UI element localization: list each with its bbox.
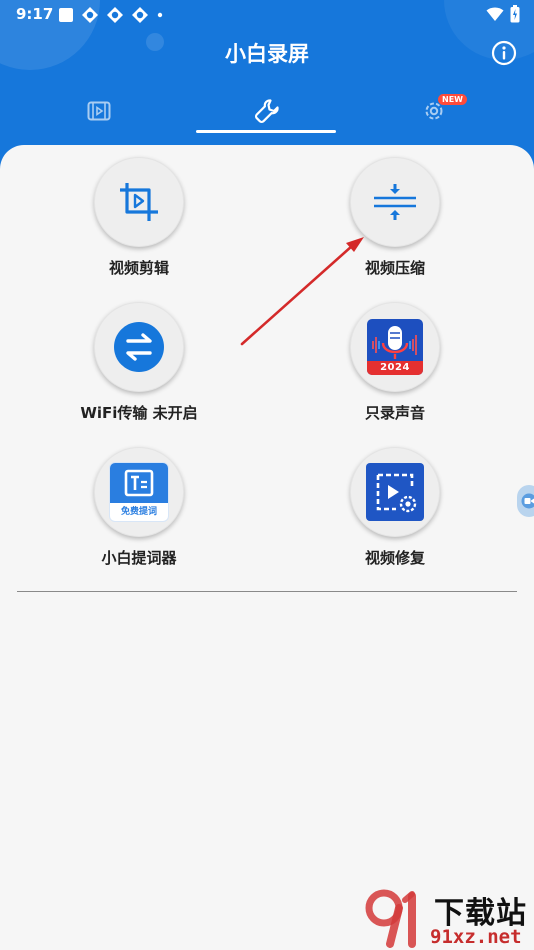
- crop-icon: [120, 183, 158, 221]
- tool-icon-circle[interactable]: [350, 157, 440, 247]
- tool-label: 视频修复: [364, 549, 425, 567]
- section-divider: [17, 591, 517, 592]
- info-icon: [491, 40, 517, 66]
- film-icon: [87, 101, 111, 121]
- tool-label: 视频压缩: [364, 259, 425, 277]
- teleprompter-icon: [124, 469, 154, 497]
- tool-icon-circle[interactable]: 免费提词: [94, 447, 184, 537]
- tool-label: 只录声音: [364, 404, 425, 422]
- video-repair-tool[interactable]: 视频修复: [295, 447, 495, 568]
- site-watermark: 下载站 91xz.net: [364, 886, 534, 950]
- new-badge: NEW: [438, 94, 467, 105]
- status-bar: 9:17: [0, 0, 534, 28]
- notification-square-icon: [59, 8, 73, 22]
- transfer-arrows-icon: [114, 322, 164, 372]
- active-tab-indicator: [196, 130, 336, 133]
- tab-settings[interactable]: [345, 88, 523, 134]
- tool-label: WiFi传输 未开启: [80, 404, 198, 422]
- tab-tools[interactable]: [178, 88, 356, 134]
- compress-icon: [374, 184, 416, 220]
- tool-label: 小白提词器: [101, 549, 177, 567]
- teleprompter-app-tile: 免费提词: [110, 463, 168, 521]
- year-ribbon: 2024: [367, 361, 423, 375]
- tool-icon-circle[interactable]: [350, 447, 440, 537]
- floating-side-button[interactable]: [517, 485, 534, 517]
- wrench-icon: [254, 99, 279, 124]
- notification-app-icon: [82, 7, 98, 23]
- battery-icon: [510, 5, 520, 23]
- video-compress-tool[interactable]: 视频压缩: [295, 157, 495, 278]
- system-icons: [486, 5, 520, 23]
- video-edit-tool[interactable]: 视频剪辑: [39, 157, 239, 278]
- tool-label: 视频剪辑: [108, 259, 169, 277]
- notification-dot-icon: [157, 12, 163, 18]
- more-info-button[interactable]: [491, 40, 517, 66]
- free-prompter-caption: 免费提词: [120, 507, 157, 517]
- notification-app-icon: [107, 7, 123, 23]
- notification-icons: [58, 6, 164, 24]
- wifi-icon: [486, 7, 504, 21]
- audio-record-tool[interactable]: 2024 只录声音: [295, 302, 495, 423]
- app-title: 小白录屏: [225, 42, 309, 66]
- video-repair-icon: [366, 463, 424, 521]
- tool-icon-circle[interactable]: [94, 302, 184, 392]
- video-camera-icon: [521, 493, 534, 509]
- status-time: 9:17: [16, 5, 54, 23]
- teleprompter-tool[interactable]: 免费提词 小白提词器: [39, 447, 239, 568]
- wifi-transfer-tool[interactable]: WiFi传输 未开启: [39, 302, 239, 423]
- notification-app-icon: [132, 7, 148, 23]
- tool-icon-circle[interactable]: [94, 157, 184, 247]
- tool-icon-circle[interactable]: 2024: [350, 302, 440, 392]
- tab-videos[interactable]: [10, 88, 188, 134]
- microphone-app-tile: 2024: [367, 319, 423, 375]
- watermark-logo-icon: [365, 889, 416, 948]
- watermark-url: 91xz.net: [430, 926, 522, 948]
